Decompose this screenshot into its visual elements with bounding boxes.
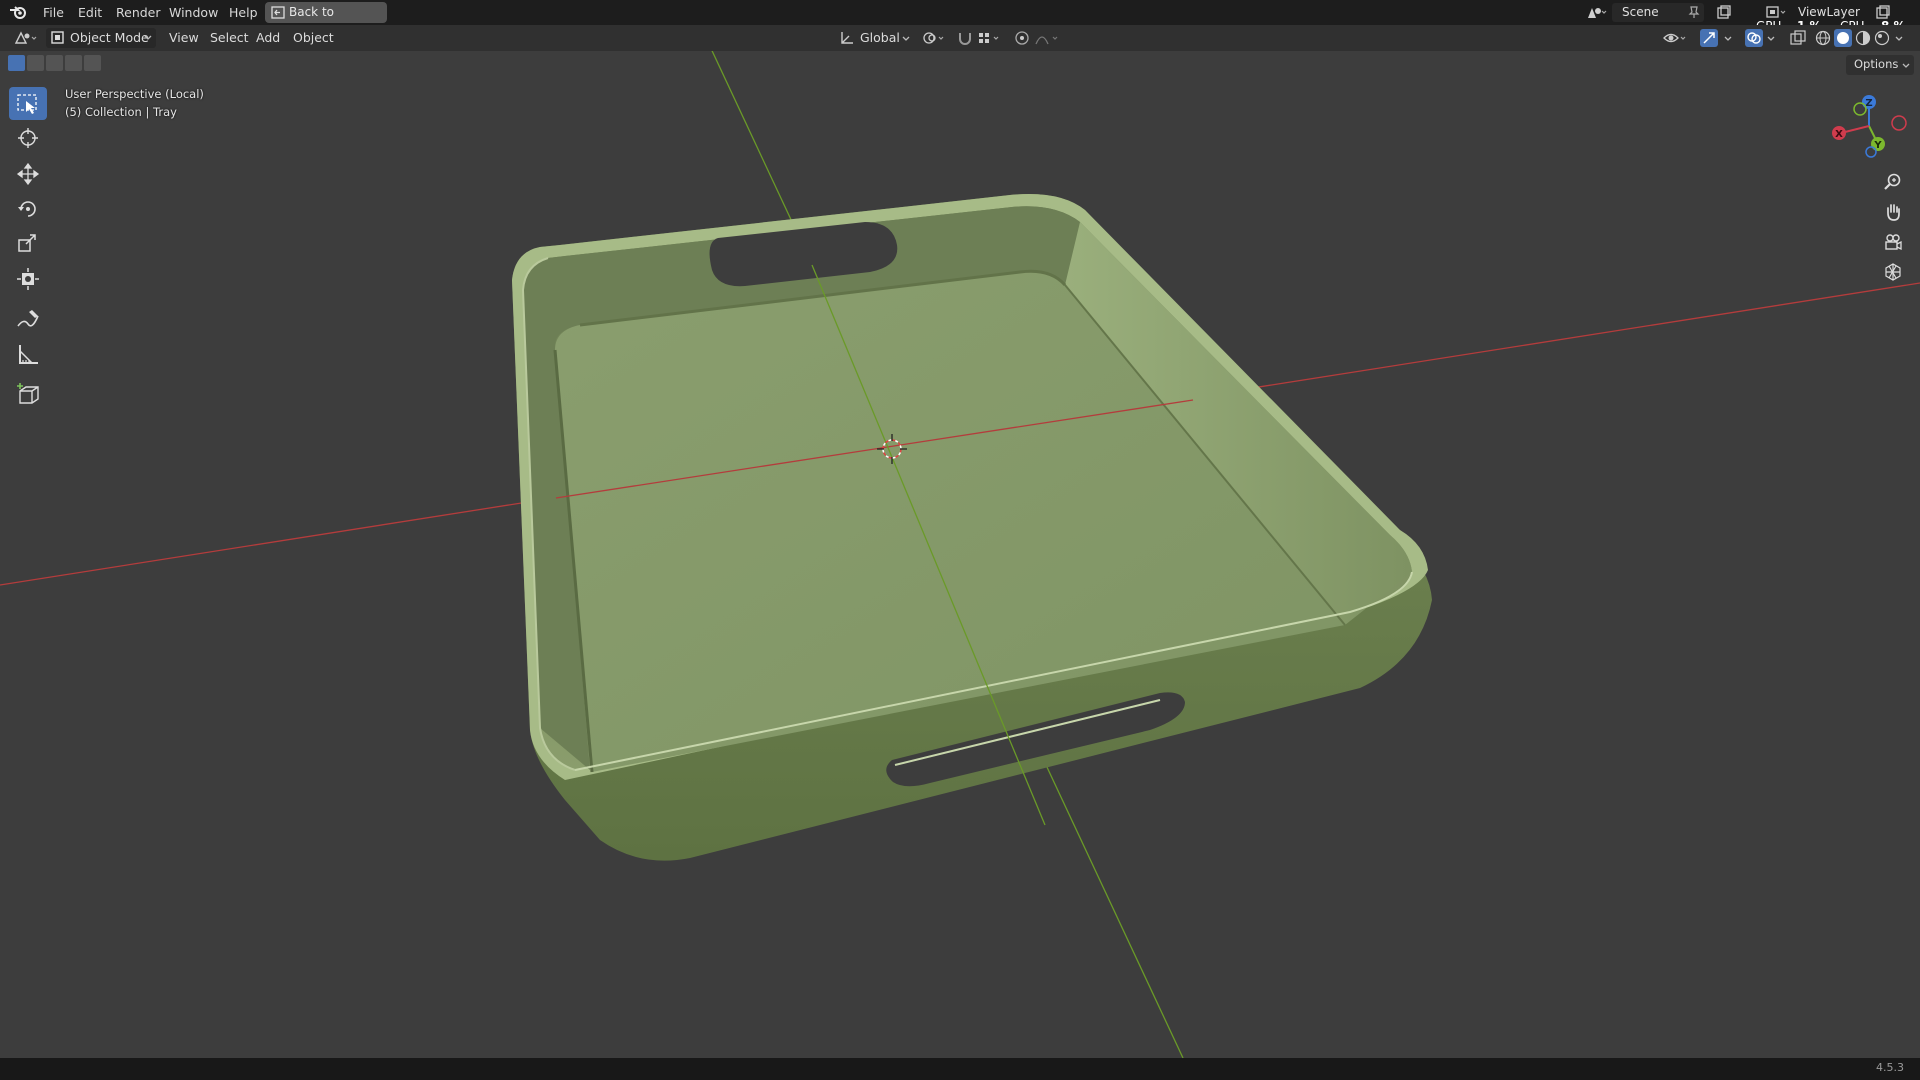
new-view-layer-icon[interactable] xyxy=(1876,5,1890,19)
annotate-icon xyxy=(17,310,39,327)
grid-icon xyxy=(1885,263,1901,281)
overlays-icon[interactable] xyxy=(1745,29,1763,47)
object-mode-dropdown[interactable]: Object Mode xyxy=(46,28,156,48)
zoom-button[interactable] xyxy=(1878,168,1908,196)
select-intersect-icon[interactable] xyxy=(84,55,101,71)
wireframe-shading-icon[interactable] xyxy=(1815,30,1831,46)
material-shading-icon[interactable] xyxy=(1855,30,1871,46)
select-invert-icon[interactable] xyxy=(65,55,82,71)
camera-view-button[interactable] xyxy=(1878,228,1908,256)
cursor-icon xyxy=(18,128,38,148)
proportional-edit-icon[interactable] xyxy=(1014,30,1030,46)
view-layer-icon[interactable] xyxy=(1766,5,1788,20)
scale-icon xyxy=(18,234,36,252)
status-bar: 4.5.3 xyxy=(0,1058,1920,1080)
transform-tool[interactable] xyxy=(9,262,47,295)
gizmo-toggle-icon[interactable] xyxy=(1700,29,1718,47)
rotate-tool[interactable] xyxy=(9,192,47,225)
chevron-down-icon xyxy=(902,36,910,41)
move-tool[interactable] xyxy=(9,157,47,190)
back-icon xyxy=(271,6,285,19)
chevron-down-icon xyxy=(144,35,152,40)
select-subtract-icon[interactable] xyxy=(46,55,63,71)
neg-x-axis-handle[interactable] xyxy=(1891,115,1907,131)
menu-file[interactable]: File xyxy=(38,3,69,22)
neg-z-axis-handle[interactable] xyxy=(1865,146,1877,158)
measure-icon xyxy=(19,345,38,364)
menu-help[interactable]: Help xyxy=(224,3,263,22)
gizmo-x-label: X xyxy=(1835,129,1843,140)
snap-icon[interactable] xyxy=(957,30,973,46)
pivot-point-icon[interactable] xyxy=(922,30,948,46)
cursor-tool[interactable] xyxy=(9,121,47,154)
object-mode-label: Object Mode xyxy=(70,30,149,45)
select-menu[interactable]: Select xyxy=(210,29,249,47)
move-icon xyxy=(16,163,40,185)
transform-orientation-icon xyxy=(841,32,853,44)
add-menu[interactable]: Add xyxy=(256,29,280,47)
version-label: 4.5.3 xyxy=(1876,1061,1904,1074)
measure-tool[interactable] xyxy=(9,337,47,370)
falloff-icon[interactable] xyxy=(1034,30,1062,46)
add-cube-tool[interactable] xyxy=(9,377,47,410)
chevron-down-icon[interactable] xyxy=(1767,36,1775,42)
menu-render[interactable]: Render xyxy=(111,3,166,22)
solid-shading-icon[interactable] xyxy=(1834,29,1852,47)
pin-icon[interactable] xyxy=(1688,6,1700,19)
viewport-perspective-label: User Perspective (Local) xyxy=(65,87,204,101)
annotate-tool[interactable] xyxy=(9,302,47,335)
transform-orientation-dropdown[interactable]: Global xyxy=(860,29,900,47)
visibility-icon[interactable] xyxy=(1662,30,1690,46)
neg-y-axis-handle[interactable] xyxy=(1853,102,1867,116)
viewport-header: Object Mode View Select Add Object Globa… xyxy=(0,25,1920,51)
menu-edit[interactable]: Edit xyxy=(73,3,107,22)
camera-icon xyxy=(1885,234,1902,251)
blender-logo-icon[interactable] xyxy=(9,4,27,21)
ortho-toggle-button[interactable] xyxy=(1878,258,1908,286)
chevron-down-icon xyxy=(1902,63,1910,68)
navigation-gizmo[interactable]: Z Y X xyxy=(1824,88,1908,166)
chevron-down-icon[interactable] xyxy=(1724,36,1732,42)
back-to-previous-button[interactable]: Back to Previous xyxy=(265,2,387,40)
top-menu-bar: File Edit Render Window Help Back to Pre… xyxy=(0,0,1920,40)
xray-icon[interactable] xyxy=(1790,30,1806,46)
editor-type-icon[interactable] xyxy=(14,30,40,46)
options-label: Options xyxy=(1854,57,1899,71)
pan-button[interactable] xyxy=(1878,198,1908,226)
tray-mesh[interactable] xyxy=(512,194,1432,861)
viewport-context-label: (5) Collection | Tray xyxy=(65,105,177,119)
chevron-down-icon[interactable] xyxy=(1895,36,1903,42)
3d-viewport[interactable] xyxy=(0,51,1920,1058)
scene-name: Scene xyxy=(1622,5,1659,19)
scale-tool[interactable] xyxy=(9,227,47,260)
menu-window[interactable]: Window xyxy=(164,3,223,22)
select-extend-icon[interactable] xyxy=(27,55,44,71)
select-box-icon xyxy=(17,94,37,114)
options-dropdown[interactable]: Options xyxy=(1846,55,1914,75)
new-scene-icon[interactable] xyxy=(1717,5,1731,19)
transform-icon xyxy=(17,268,39,290)
select-new-icon[interactable] xyxy=(8,55,25,71)
zoom-icon xyxy=(1884,173,1901,190)
snap-target-icon[interactable] xyxy=(977,30,1003,46)
add-cube-icon xyxy=(17,383,39,404)
select-box-tool[interactable] xyxy=(9,87,47,120)
scene-icon[interactable] xyxy=(1586,5,1608,20)
rendered-shading-icon[interactable] xyxy=(1874,30,1890,46)
rotate-icon xyxy=(18,201,36,217)
object-menu[interactable]: Object xyxy=(293,29,334,47)
view-menu[interactable]: View xyxy=(169,29,199,47)
object-mode-icon xyxy=(51,31,64,44)
scene-field[interactable]: Scene xyxy=(1612,3,1704,22)
hand-pan-icon xyxy=(1887,204,1900,221)
